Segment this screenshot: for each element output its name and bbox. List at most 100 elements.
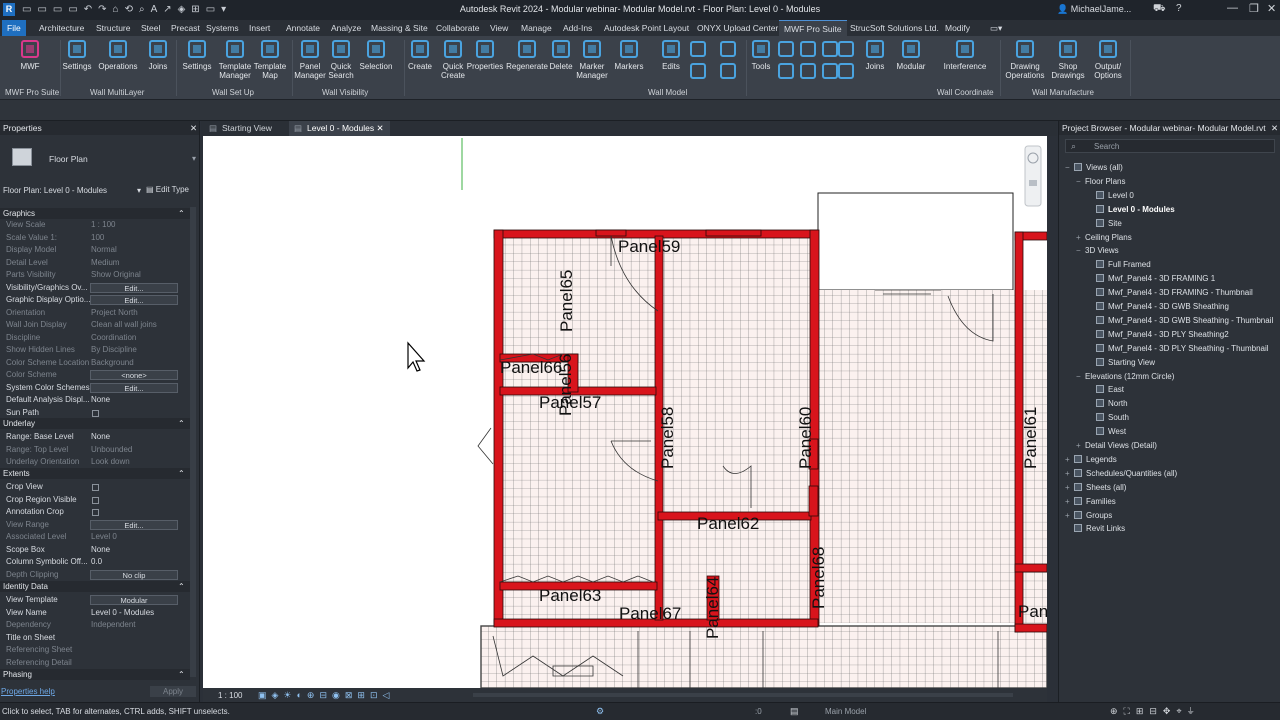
expand-icon[interactable]: +: [1065, 495, 1074, 508]
section-extents[interactable]: Extents ⌃: [0, 468, 190, 479]
restore-icon[interactable]: ❐: [1249, 2, 1259, 15]
menu-tab-strucsoft-solutions-ltd-[interactable]: StrucSoft Solutions Ltd.: [845, 20, 944, 36]
section-graphics[interactable]: Graphics ⌃: [0, 208, 190, 219]
browser-node-south[interactable]: South: [1087, 411, 1129, 424]
wall-panel-segment[interactable]: [808, 485, 819, 517]
property-checkbox[interactable]: [92, 509, 99, 516]
property-value[interactable]: Medium: [91, 257, 179, 270]
browser-node-full-framed[interactable]: Full Framed: [1087, 258, 1151, 271]
ribbon-button-selection-9[interactable]: Selection: [352, 38, 400, 71]
property-checkbox[interactable]: [92, 484, 99, 491]
browser-node-detail-views-detail[interactable]: + Detail Views (Detail): [1076, 439, 1157, 452]
property-row-column-symbolic-off[interactable]: Column Symbolic Off... 0.0: [0, 556, 190, 569]
floor-plan-drawing[interactable]: Panel59Panel66Panel65Panel57Panel56Panel…: [203, 136, 1047, 688]
property-value[interactable]: Show Original: [91, 269, 179, 282]
wall-tool-small-icon[interactable]: [822, 63, 838, 79]
property-row-system-color-schemes[interactable]: System Color Schemes Edit...: [0, 382, 190, 395]
property-row-range-base-level[interactable]: Range: Base Level None: [0, 431, 190, 444]
property-edit-button[interactable]: Edit...: [90, 282, 178, 293]
expand-icon[interactable]: +: [1065, 481, 1074, 494]
browser-node-east[interactable]: East: [1087, 383, 1124, 396]
property-row-range-top-level[interactable]: Range: Top Level Unbounded: [0, 444, 190, 457]
close-icon[interactable]: ✕: [1271, 121, 1278, 135]
drawing-canvas[interactable]: Panel59 Panel66 Panel65 Panel57 Panel56 Panel…: [203, 136, 1047, 688]
property-edit-button[interactable]: Edit...: [90, 295, 178, 305]
type-name[interactable]: Floor Plan: [49, 154, 88, 164]
wall-tool-small-icon[interactable]: [838, 63, 854, 79]
menu-tab-add-ins[interactable]: Add-Ins: [558, 20, 597, 36]
browser-node-legends[interactable]: + Legends: [1065, 453, 1117, 466]
property-value[interactable]: None: [91, 544, 179, 557]
panel-label[interactable]: Panel62: [697, 514, 759, 533]
apply-button[interactable]: Apply: [150, 686, 196, 697]
property-row-color-scheme[interactable]: Color Scheme <none>: [0, 369, 190, 382]
properties-help-link[interactable]: Properties help: [1, 687, 55, 696]
menu-tab-precast[interactable]: Precast: [166, 20, 205, 36]
wall-panel-segment[interactable]: [1014, 563, 1047, 573]
property-row-dependency[interactable]: Dependency Independent: [0, 619, 190, 632]
panel-label[interactable]: Panel61: [1021, 407, 1040, 469]
collapse-icon[interactable]: −: [1076, 370, 1085, 383]
worksharing-icon[interactable]: ⚙: [596, 706, 604, 717]
property-edit-button[interactable]: <none>: [90, 370, 178, 380]
browser-node-groups[interactable]: + Groups: [1065, 509, 1112, 522]
property-value[interactable]: None: [91, 431, 179, 444]
wall-tool-small-icon[interactable]: [800, 41, 816, 57]
design-options-icon[interactable]: ▤: [790, 706, 799, 717]
panel-label[interactable]: Panel64: [703, 577, 722, 639]
property-edit-button[interactable]: Modular: [90, 595, 178, 605]
ribbon-button-modular-20[interactable]: Modular: [887, 38, 935, 71]
property-value[interactable]: Look down: [91, 456, 179, 469]
property-row-crop-region-visible[interactable]: Crop Region Visible: [0, 494, 190, 507]
wall-tool-small-icon[interactable]: [690, 41, 706, 57]
browser-node-schedules-quantities-all[interactable]: + Schedules/Quantities (all): [1065, 467, 1177, 480]
property-row-wall-join-display[interactable]: Wall Join Display Clean all wall joins: [0, 319, 190, 332]
wall-panel-segment[interactable]: [1014, 623, 1047, 633]
navigation-bar[interactable]: [1024, 145, 1042, 207]
property-row-visibility-graphics-ov[interactable]: Visibility/Graphics Ov... Edit...: [0, 282, 190, 295]
view-scale[interactable]: 1 : 100: [218, 691, 242, 700]
property-row-scope-box[interactable]: Scope Box None: [0, 544, 190, 557]
property-checkbox[interactable]: [92, 409, 99, 417]
close-icon[interactable]: ✕: [1267, 2, 1276, 15]
property-edit-button[interactable]: Edit...: [90, 382, 178, 393]
menu-tab-annotate[interactable]: Annotate: [281, 20, 325, 36]
menu-tab-onyx-upload-center[interactable]: ONYX Upload Center: [692, 20, 783, 36]
property-row-associated-level[interactable]: Associated Level Level 0: [0, 531, 190, 544]
property-row-view-name[interactable]: View Name Level 0 - Modules: [0, 607, 190, 620]
property-edit-button[interactable]: No clip: [90, 569, 178, 580]
browser-node-elevations-12mm-circle[interactable]: − Elevations (12mm Circle): [1076, 370, 1174, 383]
panel-label[interactable]: Panel63: [539, 586, 601, 605]
ribbon-button-drawing-operations-22[interactable]: Drawing Operations: [1001, 38, 1049, 80]
expand-icon[interactable]: +: [1065, 467, 1074, 480]
expand-icon[interactable]: +: [1065, 453, 1074, 466]
browser-node-3d-views[interactable]: −3D Views: [1076, 244, 1119, 257]
property-value[interactable]: Clean all wall joins: [91, 319, 179, 332]
property-value[interactable]: Level 0 - Modules: [91, 607, 179, 620]
property-value[interactable]: By Discipline: [91, 344, 179, 357]
browser-node-families[interactable]: + Families: [1065, 495, 1116, 508]
browser-node-site[interactable]: Site: [1087, 217, 1122, 230]
property-row-graphic-display-optio[interactable]: Graphic Display Optio... Edit...: [0, 294, 190, 307]
ribbon-button-mwf-0[interactable]: MWF: [6, 38, 54, 71]
collapse-icon[interactable]: −: [1065, 161, 1074, 174]
browser-node-mwf-panel4-3d-gwb-sheathing[interactable]: Mwf_Panel4 - 3D GWB Sheathing: [1087, 300, 1229, 313]
wall-panel-segment[interactable]: [493, 229, 504, 627]
browser-node-mwf-panel4-3d-framing-1[interactable]: Mwf_Panel4 - 3D FRAMING 1: [1087, 272, 1215, 285]
chevron-down-icon[interactable]: ▾: [192, 154, 196, 163]
property-row-annotation-crop[interactable]: Annotation Crop: [0, 506, 190, 519]
property-row-crop-view[interactable]: Crop View: [0, 481, 190, 494]
section-phasing[interactable]: Phasing ⌃: [0, 669, 190, 680]
browser-node-sheets-all[interactable]: + Sheets (all): [1065, 481, 1126, 494]
help-icon[interactable]: ?: [1176, 3, 1182, 14]
wall-panel-segment[interactable]: [705, 229, 762, 237]
browser-node-mwf-panel4-3d-framing-thumbnail[interactable]: Mwf_Panel4 - 3D FRAMING - Thumbnail: [1087, 286, 1253, 299]
panel-label[interactable]: Panel60: [796, 407, 815, 469]
property-value[interactable]: Level 0: [91, 531, 179, 544]
close-icon[interactable]: ✕: [190, 121, 197, 135]
ribbon-button-properties-12[interactable]: Properties: [461, 38, 509, 71]
panel-label[interactable]: Pan: [1018, 602, 1047, 621]
browser-search-box[interactable]: ⌕ Search: [1065, 139, 1275, 153]
property-row-referencing-detail[interactable]: Referencing Detail: [0, 657, 190, 670]
panel-label[interactable]: Panel56: [556, 354, 575, 416]
